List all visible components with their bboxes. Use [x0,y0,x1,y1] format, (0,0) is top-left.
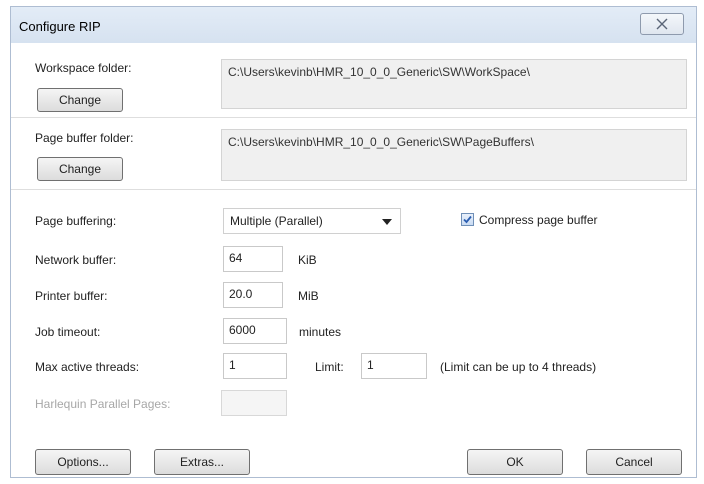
close-icon [656,18,668,30]
ok-button[interactable]: OK [467,449,563,475]
dialog-title: Configure RIP [19,19,101,34]
max-active-threads-label: Max active threads: [35,360,140,374]
job-timeout-input[interactable]: 6000 [223,318,287,344]
compress-page-buffer-checkbox[interactable] [461,213,474,226]
limit-note: (Limit can be up to 4 threads) [440,360,597,374]
workspace-folder-path: C:\Users\kevinb\HMR_10_0_0_Generic\SW\Wo… [221,59,687,109]
page-buffer-change-button[interactable]: Change [37,157,123,181]
job-timeout-unit: minutes [299,325,342,339]
harlequin-parallel-pages-input [221,390,287,416]
page-buffering-select[interactable]: Multiple (Parallel) [223,208,401,234]
workspace-change-button[interactable]: Change [37,88,123,112]
network-buffer-label: Network buffer: [35,253,117,267]
close-button[interactable] [640,13,684,35]
cancel-button[interactable]: Cancel [586,449,682,475]
title-bar: Configure RIP [11,7,696,43]
harlequin-parallel-pages-label: Harlequin Parallel Pages: [35,397,171,411]
separator [11,117,696,118]
compress-page-buffer-label: Compress page buffer [479,213,598,227]
page-buffering-label: Page buffering: [35,214,117,228]
printer-buffer-label: Printer buffer: [35,289,108,303]
printer-buffer-input[interactable]: 20.0 [223,282,283,308]
page-buffer-folder-label: Page buffer folder: [35,131,134,145]
limit-input[interactable]: 1 [361,353,427,379]
chevron-down-icon [382,219,392,225]
configure-rip-dialog: Configure RIP Workspace folder: C:\Users… [10,6,697,478]
page-buffer-folder-path: C:\Users\kevinb\HMR_10_0_0_Generic\SW\Pa… [221,129,687,181]
job-timeout-label: Job timeout: [35,325,101,339]
network-buffer-input[interactable]: 64 [223,246,283,272]
options-button[interactable]: Options... [35,449,131,475]
checkmark-icon [463,215,472,224]
workspace-folder-label: Workspace folder: [35,61,132,75]
page-buffering-selected: Multiple (Parallel) [230,214,323,228]
printer-buffer-unit: MiB [298,289,319,303]
extras-button[interactable]: Extras... [154,449,250,475]
separator [11,189,696,190]
dialog-content: Workspace folder: C:\Users\kevinb\HMR_10… [11,43,696,477]
network-buffer-unit: KiB [298,253,317,267]
max-active-threads-input[interactable]: 1 [223,353,287,379]
limit-label: Limit: [315,360,344,374]
